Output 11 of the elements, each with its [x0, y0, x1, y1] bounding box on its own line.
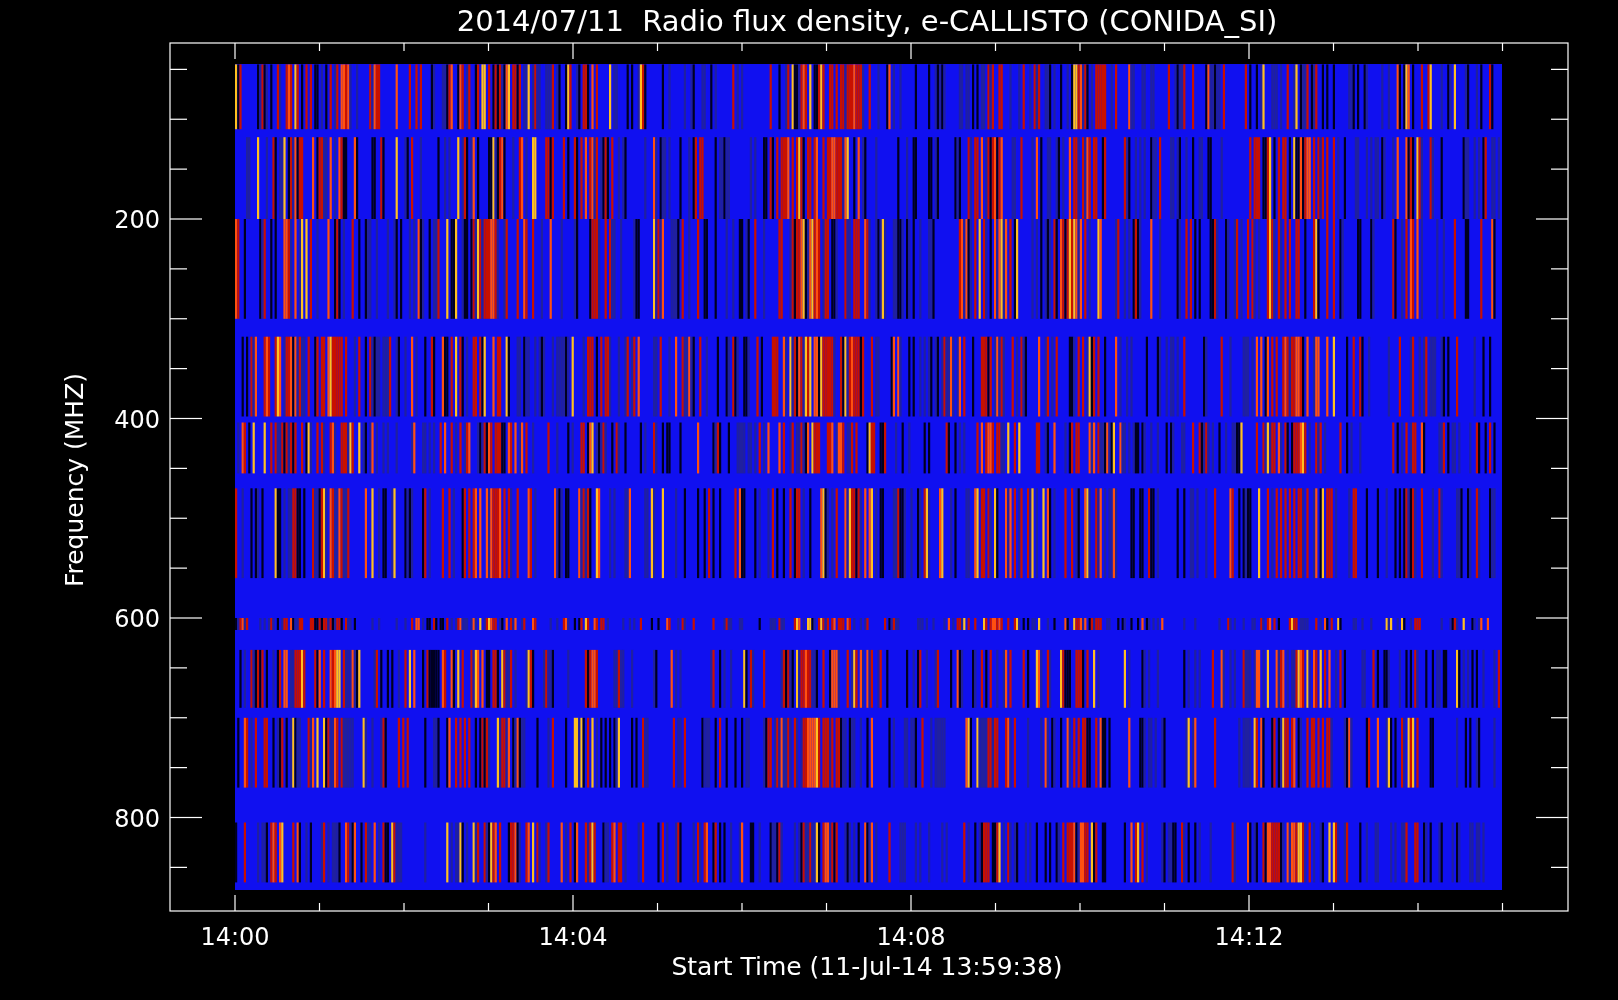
y-tick-label: 400 — [114, 405, 160, 434]
chart-title: 2014/07/11 Radio flux density, e-CALLISTO (CONIDA_SI) — [456, 4, 1278, 38]
y-axis-label: Frequency (MHZ) — [60, 372, 89, 588]
x-tick-label: 14:00 — [200, 923, 270, 951]
x-axis-label: Start Time (11-Jul-14 13:59:38) — [671, 952, 1063, 981]
y-tick-label: 800 — [114, 804, 160, 833]
y-tick-label: 200 — [114, 206, 160, 234]
y-tick-label: 600 — [114, 605, 160, 633]
x-tick-label: 14:08 — [876, 923, 946, 951]
x-tick-label: 14:12 — [1214, 923, 1284, 951]
x-tick-label: 14:04 — [538, 923, 608, 951]
